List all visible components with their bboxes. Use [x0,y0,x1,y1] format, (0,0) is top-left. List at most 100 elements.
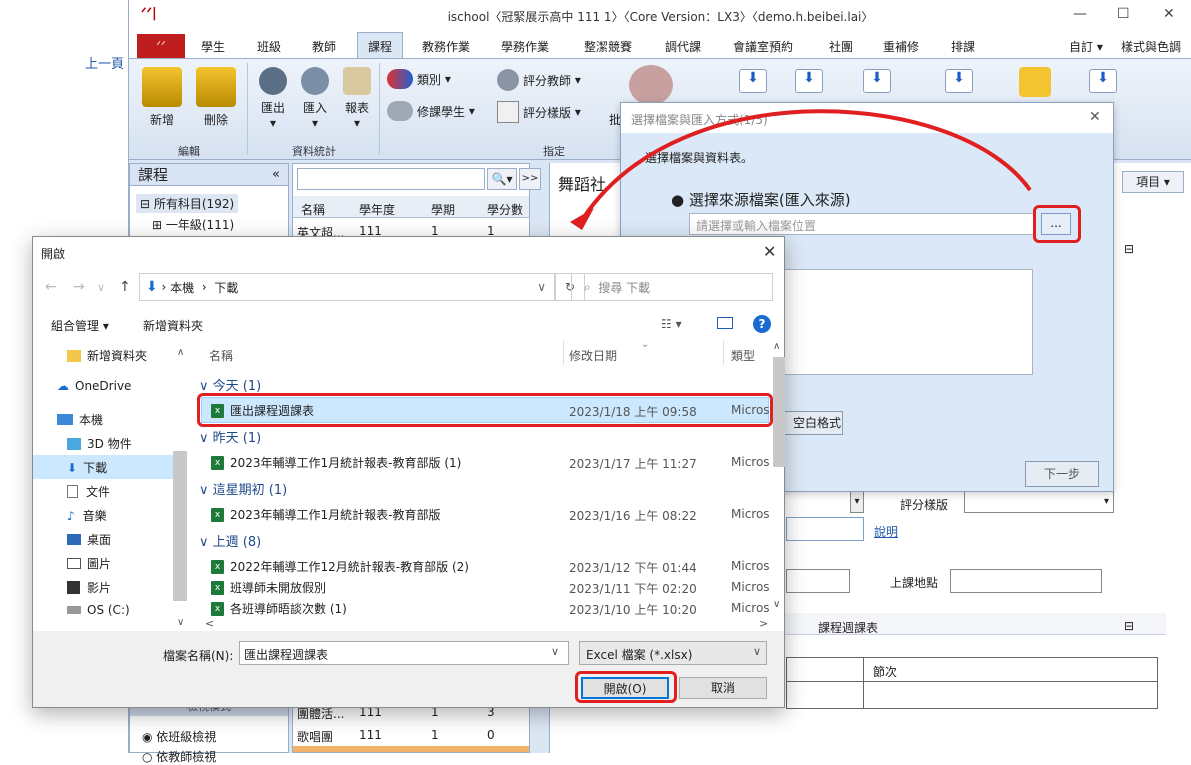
chevron-down-icon[interactable]: ∨ [537,280,546,294]
menu-item-cleaning[interactable]: 整潔競賽 [584,38,632,55]
grade-template-select[interactable]: ▾ [964,491,1114,513]
close-icon[interactable]: ✕ [1089,109,1101,125]
open-button[interactable]: 開啟(O) [581,677,669,699]
nav-item-3d-objects[interactable]: 3D 物件 [67,435,132,452]
dropdown-arrow[interactable]: ▾ [850,491,864,513]
scroll-down-icon[interactable]: ∨ [773,599,780,610]
menu-item-teachers[interactable]: 教師 [312,38,336,55]
breadcrumb-item[interactable]: 本機 [170,279,194,296]
scroll-right-icon[interactable]: > [759,617,768,630]
filter-input[interactable] [297,168,485,190]
filename-input[interactable]: 匯出課程週課表 [239,641,569,665]
row-name[interactable]: 歌唱團 [297,728,333,745]
nav-item-videos[interactable]: 影片 [67,579,111,596]
file-row[interactable]: x 班導師未開放假別 [211,579,326,596]
breadcrumb-item[interactable]: 下載 [214,279,238,296]
help-icon[interactable]: ? [753,315,771,333]
menu-item-student-affairs[interactable]: 學務作業 [501,38,549,55]
column-header[interactable]: 學期 [431,201,455,218]
course-students-button[interactable]: 修課學生 ▾ [387,101,475,121]
nav-item-onedrive[interactable]: ☁ OneDrive [57,379,131,393]
section-collapse-icon[interactable]: ⊟ [1124,619,1134,633]
cancel-button[interactable]: 取消 [679,677,767,699]
column-type-header[interactable]: 類型 [731,347,755,364]
scroll-down-icon[interactable]: ∨ [177,617,184,628]
nav-item-this-pc[interactable]: 本機 [57,411,103,428]
column-divider[interactable] [723,341,724,365]
chevron-down-icon[interactable]: ∨ [753,645,761,658]
scroll-left-icon[interactable]: < [205,617,214,630]
view-icon[interactable]: ☷ ▾ [661,317,682,331]
nav-item-documents[interactable]: 文件 [67,483,110,500]
up-arrow-icon[interactable]: ↑ [119,279,131,295]
column-date-header[interactable]: 修改日期 [569,347,617,364]
file-row[interactable]: x 各班導師晤談次數 (1) [211,600,347,617]
address-bar[interactable]: ⬇ › 本機 › 下載 ∨ [139,273,555,301]
scroll-up-icon[interactable]: ∧ [177,347,184,358]
menu-item-clubs[interactable]: 社團 [829,38,853,55]
expand-button[interactable]: >> [519,168,541,190]
filetype-select[interactable]: Excel 檔案 (*.xlsx) [579,641,767,665]
menu-item-students[interactable]: 學生 [201,38,225,55]
app-menu-button[interactable]: ᐟᐟ [137,34,185,58]
organize-button[interactable]: 組合管理 ▾ [51,317,109,334]
explain-link[interactable]: 說明 [874,523,898,540]
menu-item-makeup[interactable]: 重補修 [883,38,919,55]
back-link[interactable]: 上一頁 [85,53,124,72]
file-row[interactable]: x 2022年輔導工作12月統計報表-教育部版 (2) [211,558,469,575]
search-input[interactable]: ⌕ 搜尋 下載 [571,273,773,301]
maximize-button[interactable]: ☐ [1117,6,1130,22]
category-button[interactable]: 類別 ▾ [387,69,451,89]
chevron-down-icon[interactable]: ∨ [551,645,559,658]
menu-item-courses[interactable]: 課程 [357,32,404,60]
text-field[interactable] [786,517,864,541]
menu-style[interactable]: 樣式與色調 [1121,38,1181,55]
new-folder-button[interactable]: 新增資料夾 [143,317,203,334]
nav-item-downloads[interactable]: ⬇ 下載 [67,459,107,476]
tree-root[interactable]: ⊟ 所有科目(192) [136,194,239,213]
text-field[interactable] [786,569,850,593]
column-divider[interactable] [563,341,564,365]
report-button[interactable]: 報表 ▾ [337,67,377,130]
file-list-scrollbar-thumb[interactable] [773,357,785,467]
menu-customize[interactable]: 自訂 ▾ [1069,38,1103,55]
group-yesterday[interactable]: ∨ 昨天 (1) [199,427,261,446]
tree-child[interactable]: ⊞ 一年級(111) [152,216,234,233]
back-arrow-icon[interactable]: ← [45,279,57,295]
export-button[interactable]: 匯出 ▾ [253,67,293,130]
nav-item-pictures[interactable]: 圖片 [67,555,111,572]
file-row[interactable]: x 2023年輔導工作1月統計報表-教育部版 [211,506,441,523]
column-header[interactable]: 學年度 [359,201,395,218]
group-this-week[interactable]: ∨ 這星期初 (1) [199,479,287,498]
scroll-up-icon[interactable]: ∧ [773,341,780,352]
nav-scrollbar-thumb[interactable] [173,451,187,601]
menu-item-classes[interactable]: 班級 [257,38,281,55]
column-header[interactable]: 名稱 [301,201,325,218]
chevron-down-icon[interactable]: ∨ [97,281,105,294]
menu-item-meeting-room[interactable]: 會議室預約 [733,38,793,55]
nav-item-desktop[interactable]: 桌面 [67,531,111,548]
nav-item-music[interactable]: ♪ 音樂 [67,507,107,524]
download-icon[interactable]: ⬇ [1089,69,1117,93]
search-icon[interactable]: 🔍▾ [487,168,517,190]
menu-item-academic[interactable]: 教務作業 [422,38,470,55]
minimize-button[interactable]: — [1073,6,1087,22]
preview-pane-icon[interactable] [717,317,733,329]
delete-button[interactable]: 刪除 [191,67,241,128]
next-button[interactable]: 下一步 [1025,461,1099,487]
forward-arrow-icon[interactable]: → [73,279,85,295]
column-header[interactable]: 學分數 [487,201,523,218]
section-collapse-icon[interactable]: ⊟ [1124,242,1134,256]
close-icon[interactable]: ✕ [763,242,776,261]
menu-item-scheduling[interactable]: 排課 [951,38,975,55]
menu-item-substitute[interactable]: 調代課 [665,38,701,55]
group-today[interactable]: ∨ 今天 (1) [199,375,261,394]
browse-button[interactable]: ... [1041,213,1071,235]
close-button[interactable]: ✕ [1163,6,1175,22]
collapse-button[interactable]: « [272,167,280,182]
file-row[interactable]: x 2023年輔導工作1月統計報表-教育部版 (1) [211,454,461,471]
import-button[interactable]: 匯入 ▾ [295,67,335,130]
add-button[interactable]: 新增 [137,67,187,128]
group-last-week[interactable]: ∨ 上週 (8) [199,531,261,550]
location-input[interactable] [950,569,1102,593]
